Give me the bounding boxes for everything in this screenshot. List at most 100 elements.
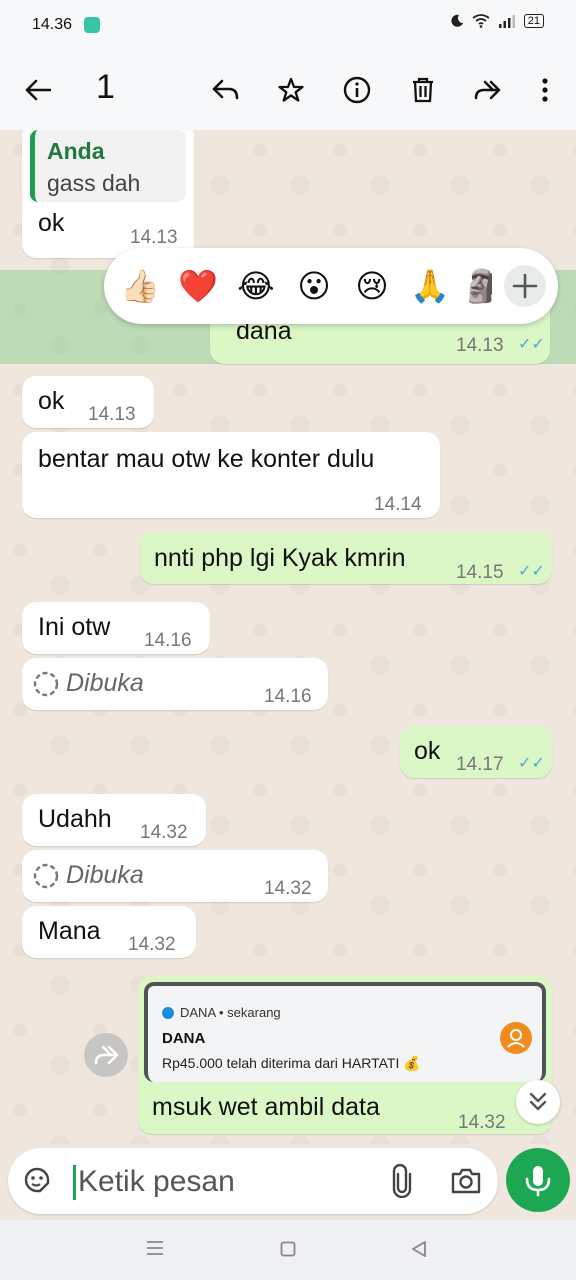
- quote-author: Anda: [47, 138, 105, 164]
- message-composer: Ketik pesan: [8, 1148, 498, 1214]
- plus-icon: [512, 273, 538, 299]
- menu-icon: [147, 1241, 163, 1255]
- delete-button[interactable]: [405, 72, 441, 108]
- paperclip-icon: [392, 1163, 412, 1199]
- message-text: Mana: [38, 917, 101, 945]
- message-text: ok: [38, 209, 65, 237]
- view-once-icon: [33, 863, 59, 889]
- double-chevron-down-icon: [529, 1092, 547, 1111]
- system-navigation-bar: [0, 1220, 576, 1280]
- message-time: 14.32: [140, 822, 188, 843]
- triangle-back-icon: [412, 1241, 426, 1257]
- read-ticks-icon: ✓✓: [518, 755, 545, 772]
- recent-apps-button[interactable]: [146, 1240, 164, 1261]
- notification-screenshot[interactable]: DANA • sekarang DANA Rp45.000 telah dite…: [144, 982, 546, 1082]
- reaction-crying[interactable]: 😢: [350, 264, 394, 308]
- more-options-button[interactable]: [527, 72, 563, 108]
- message-time: 14.15: [456, 562, 504, 583]
- reaction-thumbs-up[interactable]: 👍🏻: [118, 264, 162, 308]
- message-time: 14.13: [88, 404, 136, 425]
- view-once-message[interactable]: Dibuka 14.16: [22, 658, 328, 710]
- reaction-heart[interactable]: ❤️: [176, 264, 220, 308]
- message-text: Dibuka: [66, 669, 144, 697]
- reaction-surprised[interactable]: 😮: [292, 264, 336, 308]
- message-text: ok: [38, 387, 65, 415]
- outgoing-message[interactable]: nnti php lgi Kyak kmrin 14.15 ✓✓: [140, 532, 552, 584]
- camera-button[interactable]: [450, 1166, 482, 1201]
- forward-icon: [94, 1045, 119, 1065]
- message-text: msuk wet ambil data: [152, 1093, 380, 1121]
- reply-button[interactable]: [207, 72, 243, 108]
- read-ticks-icon: ✓✓: [518, 336, 545, 353]
- status-bar: 14.36 21: [0, 0, 576, 50]
- message-time: 14.16: [264, 686, 312, 707]
- sticker-icon: [24, 1167, 50, 1193]
- more-vertical-icon: [542, 78, 548, 102]
- status-time: 14.36: [32, 16, 73, 33]
- view-once-message[interactable]: Dibuka 14.32: [22, 850, 328, 902]
- message-time: 14.13: [456, 335, 504, 356]
- incoming-message[interactable]: ok 14.13: [22, 376, 154, 428]
- quote-text: gass dah: [47, 170, 141, 196]
- attach-button[interactable]: [390, 1163, 414, 1203]
- notification-app-icon: [84, 17, 100, 33]
- text-caret: [73, 1165, 76, 1200]
- incoming-message[interactable]: Udahh 14.32: [22, 794, 206, 846]
- arrow-left-icon: [25, 79, 51, 101]
- moon-icon: [451, 14, 463, 27]
- back-nav-button[interactable]: [410, 1240, 428, 1263]
- forward-media-button[interactable]: [84, 1033, 128, 1077]
- message-time: 14.14: [374, 494, 422, 515]
- read-ticks-icon: ✓✓: [518, 563, 545, 580]
- reaction-laughing[interactable]: 😂: [234, 264, 278, 308]
- star-button[interactable]: [273, 72, 309, 108]
- dana-logo-icon: [162, 1007, 174, 1019]
- notification-body: Rp45.000 telah diterima dari HARTATI 💰: [162, 1055, 421, 1071]
- voice-message-button[interactable]: [506, 1148, 570, 1212]
- message-text: Ini otw: [38, 613, 111, 641]
- selection-toolbar: [0, 50, 576, 130]
- trash-icon: [413, 77, 433, 103]
- reaction-moai[interactable]: 🗿: [462, 264, 492, 308]
- reaction-pray[interactable]: 🙏: [408, 264, 452, 308]
- home-button[interactable]: [280, 1241, 296, 1262]
- outgoing-image-message[interactable]: DANA • sekarang DANA Rp45.000 telah dite…: [138, 976, 552, 1134]
- message-input[interactable]: Ketik pesan: [78, 1165, 235, 1199]
- signal-icon: [498, 15, 515, 28]
- incoming-message[interactable]: bentar mau otw ke konter dulu 14.14: [22, 432, 440, 518]
- avatar-icon: [500, 1022, 532, 1054]
- status-indicators: 21: [450, 14, 544, 28]
- incoming-message[interactable]: Mana 14.32: [22, 906, 196, 958]
- mic-icon: [525, 1166, 551, 1197]
- message-time: 14.17: [456, 754, 504, 775]
- forward-icon: [474, 80, 501, 100]
- message-time: 14.32: [128, 934, 176, 955]
- message-text: nnti php lgi Kyak kmrin: [154, 544, 406, 572]
- info-icon: [343, 76, 371, 104]
- message-time: 14.16: [144, 630, 192, 651]
- back-button[interactable]: [20, 72, 56, 108]
- outgoing-message[interactable]: ok 14.17 ✓✓: [400, 726, 552, 778]
- scroll-to-bottom-button[interactable]: [516, 1080, 560, 1124]
- reply-icon: [212, 79, 239, 100]
- incoming-message[interactable]: Ini otw 14.16: [22, 602, 210, 654]
- message-text: ok: [414, 737, 441, 765]
- view-once-icon: [33, 671, 59, 697]
- info-button[interactable]: [339, 72, 375, 108]
- message-text: Udahh: [38, 805, 112, 833]
- more-reactions-button[interactable]: [504, 265, 546, 307]
- message-time: 14.32: [264, 878, 312, 899]
- message-time: 14.32: [458, 1112, 506, 1133]
- camera-icon: [451, 1168, 481, 1194]
- incoming-message-quoted[interactable]: Anda gass dah ok 14.13: [22, 130, 194, 258]
- selected-count: 1: [96, 68, 115, 106]
- battery-icon: 21: [523, 14, 544, 28]
- chat-area[interactable]: Anda gass dah ok 14.13 dana 14.13 ✓✓ 👍🏻 …: [0, 130, 576, 1144]
- sticker-button[interactable]: [22, 1165, 52, 1200]
- wifi-icon: [472, 14, 490, 28]
- quoted-message[interactable]: Anda gass dah: [30, 130, 186, 202]
- reaction-picker: 👍🏻 ❤️ 😂 😮 😢 🙏 🗿: [104, 248, 558, 324]
- star-icon: [278, 77, 304, 102]
- message-text: bentar mau otw ke konter dulu: [38, 445, 375, 473]
- forward-button[interactable]: [469, 72, 505, 108]
